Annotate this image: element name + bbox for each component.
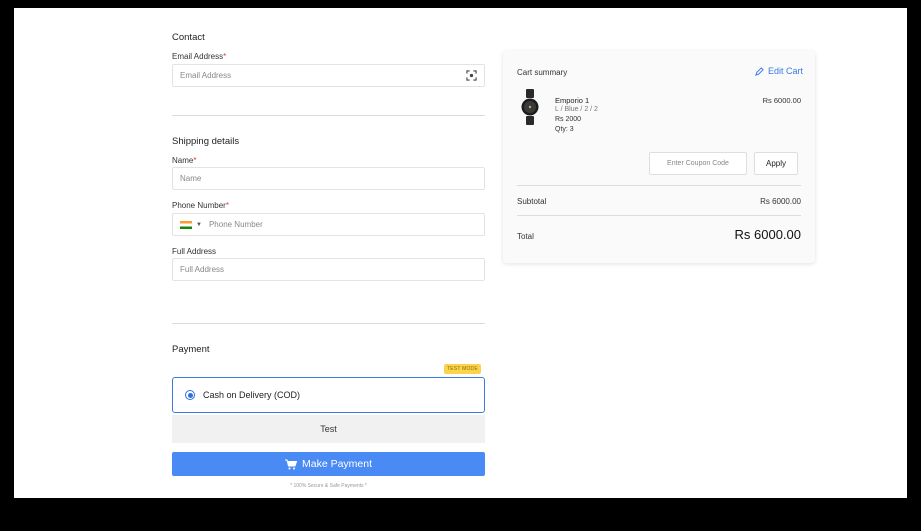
cod-option-label: Cash on Delivery (COD) (203, 390, 301, 400)
cod-option[interactable]: Cash on Delivery (COD) (172, 377, 485, 413)
phone-label: Phone Number* (172, 201, 229, 210)
subtotal-value: Rs 6000.00 (760, 197, 801, 206)
product-variant: L / Blue / 2 / 2 (555, 106, 598, 113)
cart-icon (284, 459, 297, 469)
name-input[interactable]: Name (172, 167, 485, 190)
divider (172, 115, 485, 116)
make-payment-button[interactable]: Make Payment (172, 452, 485, 476)
scan-icon[interactable] (466, 70, 477, 81)
test-option[interactable]: Test (172, 415, 485, 443)
india-flag-icon[interactable] (180, 220, 192, 229)
divider (517, 185, 801, 186)
make-payment-label: Make Payment (301, 458, 373, 470)
payment-title: Payment (172, 344, 210, 355)
test-mode-badge: TEST MODE (444, 364, 481, 374)
edit-cart-label: Edit Cart (767, 66, 803, 76)
address-label: Full Address (172, 247, 217, 256)
pencil-icon (755, 66, 764, 76)
coupon-input[interactable]: Enter Coupon Code (649, 152, 747, 175)
product-image (521, 89, 539, 125)
name-label: Name* (172, 156, 197, 165)
secure-note: * 100% Secure & Safe Payments * (290, 483, 367, 489)
product-line-total: Rs 6000.00 (762, 96, 801, 105)
contact-title: Contact (172, 32, 205, 43)
email-input[interactable]: Email Address (172, 64, 485, 87)
shipping-title: Shipping details (172, 136, 240, 147)
address-placeholder: Full Address (180, 265, 225, 274)
radio-selected-icon[interactable] (185, 390, 195, 400)
subtotal-label: Subtotal (517, 197, 547, 206)
name-placeholder: Name (180, 174, 202, 183)
phone-placeholder: Phone Number (208, 220, 263, 229)
product-name: Emporio 1 (555, 96, 590, 105)
address-input[interactable]: Full Address (172, 258, 485, 281)
product-unit-price: Rs 2000 (555, 116, 582, 123)
divider (172, 323, 485, 324)
email-placeholder: Email Address (180, 71, 232, 80)
cart-title: Cart summary (517, 68, 568, 77)
total-value: Rs 6000.00 (734, 227, 802, 242)
product-qty: Qty: 3 (555, 126, 574, 133)
edit-cart-link[interactable]: Edit Cart (755, 66, 803, 76)
apply-coupon-button[interactable]: Apply (754, 152, 798, 175)
total-label: Total (517, 232, 534, 241)
divider (517, 215, 801, 216)
email-label: Email Address* (172, 52, 227, 61)
cart-summary: Cart summary Edit Cart Emporio 1 L / Blu… (503, 51, 815, 263)
phone-input[interactable]: ▼ Phone Number (172, 213, 485, 236)
checkout-page: Contact Email Address* Email Address Shi… (14, 8, 907, 498)
chevron-down-icon[interactable]: ▼ (196, 222, 202, 228)
